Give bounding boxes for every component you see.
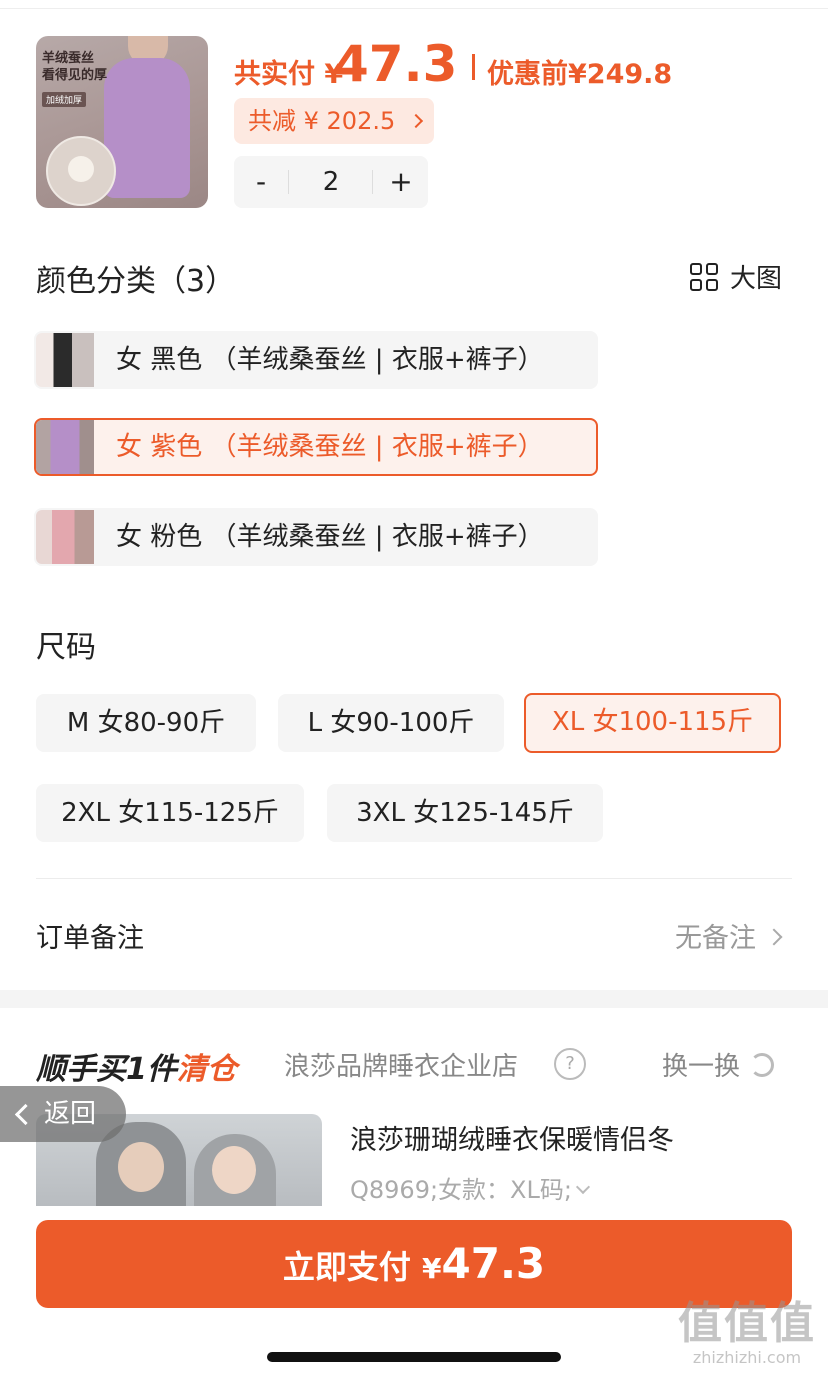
color-option-purple[interactable]: 女 紫色 （羊绒桑蚕丝 | 衣服+裤子） — [34, 418, 598, 476]
size-option-l[interactable]: L 女90-100斤 — [278, 694, 504, 752]
model-face — [118, 1142, 164, 1192]
order-note-label: 订单备注 — [36, 923, 144, 954]
thumbnail-caption: 羊绒蚕丝 看得见的厚 — [42, 50, 107, 84]
top-divider — [0, 8, 828, 9]
question-icon[interactable]: ? — [554, 1048, 586, 1080]
thumbnail-caption-line2: 看得见的厚 — [42, 68, 108, 83]
original-price: 优惠前¥249.8 — [487, 52, 672, 91]
back-button[interactable]: 返回 — [0, 1086, 126, 1142]
size-option-2xl[interactable]: 2XL 女115-125斤 — [36, 784, 304, 842]
price-separator — [472, 54, 475, 80]
quantity-value[interactable]: 2 — [290, 156, 372, 208]
pay-button-label: 立即支付 — [282, 1248, 411, 1286]
big-image-label: 大图 — [730, 264, 783, 294]
addon-title-highlight: 清仓 — [176, 1052, 237, 1087]
addon-title-prefix: 顺手买1件 — [36, 1052, 177, 1087]
color-option-label: 女 紫色 （羊绒桑蚕丝 | 衣服+裤子） — [116, 432, 544, 462]
increase-button[interactable]: + — [374, 156, 428, 208]
thumbnail-tag: 加绒加厚 — [42, 92, 87, 107]
color-option-black[interactable]: 女 黑色 （羊绒桑蚕丝 | 衣服+裤子） — [34, 331, 598, 389]
section-divider — [36, 878, 792, 879]
original-price-label: 优惠前 — [487, 59, 568, 90]
color-option-label: 女 黑色 （羊绒桑蚕丝 | 衣服+裤子） — [116, 345, 544, 375]
chevron-right-icon — [765, 928, 783, 946]
decrease-button[interactable]: - — [234, 156, 288, 208]
thumbnail-caption-line1: 羊绒蚕丝 — [42, 51, 95, 66]
pay-button-currency: ¥ — [422, 1252, 442, 1285]
pay-now-button[interactable]: 立即支付 ¥47.3 — [36, 1220, 792, 1308]
total-label-text: 共实付 — [234, 59, 315, 90]
sheep-badge-icon — [46, 136, 116, 206]
color-option-pink[interactable]: 女 粉色 （羊绒桑蚕丝 | 衣服+裤子） — [34, 508, 598, 566]
addon-spec-selector[interactable]: Q8969;女款：XL码; — [350, 1170, 591, 1205]
color-section-title: 颜色分类（3） — [36, 264, 236, 299]
size-option-xl[interactable]: XL 女100-115斤 — [524, 693, 781, 753]
chevron-right-icon — [408, 113, 423, 129]
watermark-url: zhizhizhi.com — [692, 1348, 802, 1367]
stepper-divider — [288, 170, 289, 194]
back-label: 返回 — [44, 1099, 97, 1129]
chevron-left-icon — [14, 1103, 37, 1126]
section-band — [0, 990, 828, 1008]
order-note-row[interactable]: 无备注 — [675, 916, 783, 955]
model-body — [104, 58, 190, 198]
swap-label: 换一换 — [662, 1052, 741, 1082]
total-amount: 47.3 — [334, 35, 458, 93]
quantity-stepper: - 2 + — [234, 156, 428, 208]
grid-icon — [690, 262, 718, 291]
size-option-m[interactable]: M 女80-90斤 — [36, 694, 256, 752]
color-swatch-image — [36, 420, 94, 474]
swap-button[interactable]: 换一换 — [662, 1046, 775, 1083]
home-indicator[interactable] — [267, 1352, 561, 1362]
discount-text: 共减 ¥ 202.5 — [248, 107, 396, 135]
stepper-divider — [372, 170, 373, 194]
order-note-value: 无备注 — [675, 923, 756, 954]
product-thumbnail[interactable]: 羊绒蚕丝 看得见的厚 加绒加厚 — [36, 36, 208, 208]
addon-product-name[interactable]: 浪莎珊瑚绒睡衣保暖情侣冬 — [350, 1118, 674, 1157]
color-option-label: 女 粉色 （羊绒桑蚕丝 | 衣服+裤子） — [116, 522, 544, 552]
addon-title: 顺手买1件清仓 — [36, 1044, 237, 1088]
total-label: 共实付 ¥ — [234, 52, 343, 91]
addon-store-name: 浪莎品牌睡衣企业店 — [284, 1052, 519, 1082]
pay-button-amount: 47.3 — [441, 1239, 546, 1288]
big-image-toggle[interactable]: 大图 — [690, 258, 782, 295]
refresh-icon — [750, 1052, 775, 1077]
site-watermark: 值值值 zhizhizhi.com — [678, 1298, 816, 1368]
watermark-logo: 值值值 — [678, 1298, 816, 1349]
size-option-3xl[interactable]: 3XL 女125-145斤 — [327, 784, 603, 842]
color-swatch-image — [36, 510, 94, 564]
chevron-down-icon — [575, 1179, 591, 1195]
discount-button[interactable]: 共减 ¥ 202.5 — [234, 98, 434, 144]
size-section-title: 尺码 — [36, 630, 96, 665]
original-price-amount: ¥249.8 — [568, 59, 673, 90]
addon-spec-text: Q8969;女款：XL码; — [350, 1176, 572, 1204]
color-swatch-image — [36, 333, 94, 387]
model-face — [212, 1146, 256, 1194]
